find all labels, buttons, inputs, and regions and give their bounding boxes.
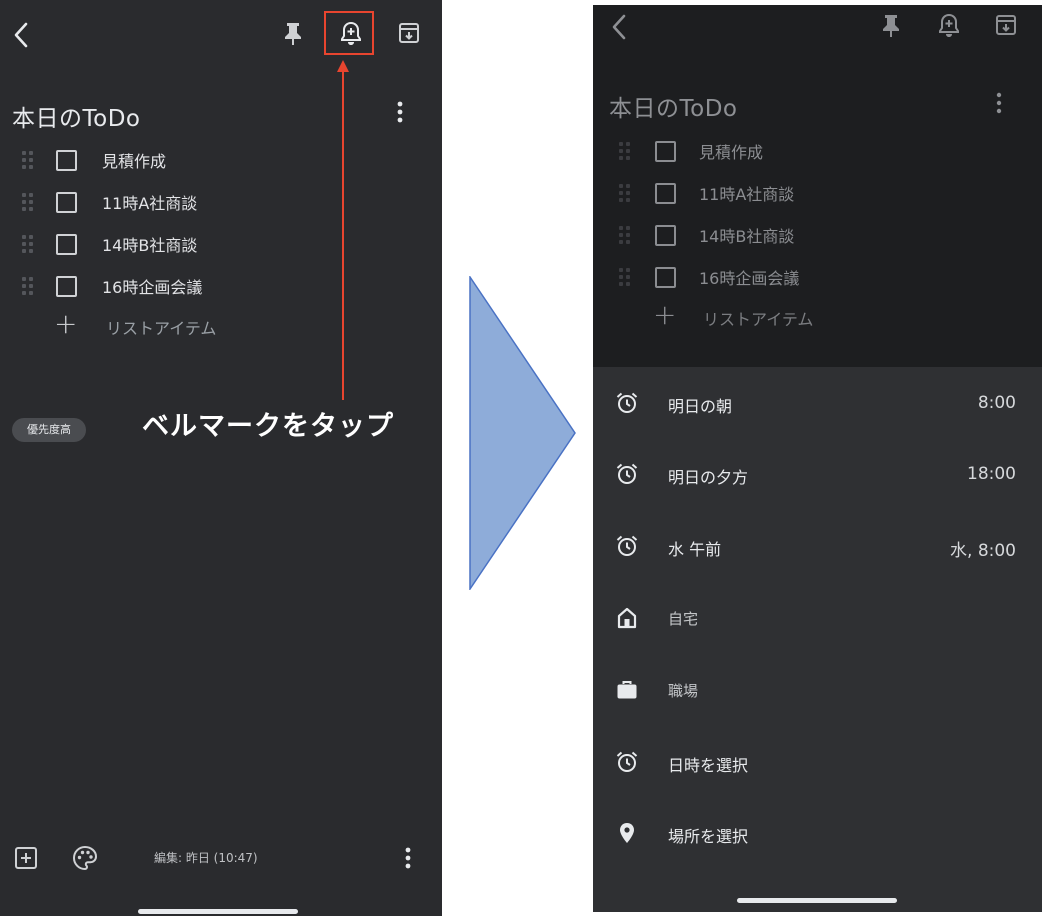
checkbox[interactable] [56, 150, 77, 171]
todo-item: 16時企画会議 [619, 263, 1019, 293]
add-reminder-bell-icon[interactable] [937, 13, 961, 39]
todo-item: 11時A社商談 [619, 179, 1019, 209]
note-title[interactable]: 本日のToDo [12, 99, 141, 133]
todo-label[interactable]: 見積作成 [102, 148, 166, 172]
home-indicator [737, 898, 897, 903]
alarm-icon [615, 462, 639, 490]
drag-handle-icon[interactable] [22, 151, 36, 171]
checkbox[interactable] [56, 192, 77, 213]
plus-icon: + [54, 307, 78, 340]
todo-item[interactable]: 16時企画会議 [22, 272, 422, 302]
checkbox [655, 141, 676, 162]
alarm-icon [615, 391, 639, 419]
reminder-label: 場所を選択 [668, 827, 749, 846]
checkbox [655, 183, 676, 204]
todo-item: 見積作成 [619, 137, 1019, 167]
dimmed-note: 本日のToDo 見積作成 11時A社商談 14時B社商談 16時企画会議 + リ… [593, 5, 1042, 367]
reminder-label: 自宅 [668, 610, 699, 628]
reminder-option-pick-place[interactable]: 場所を選択 [593, 808, 1042, 858]
bell-highlight-box [324, 11, 374, 55]
archive-icon[interactable] [995, 14, 1017, 36]
todo-item[interactable]: 11時A社商談 [22, 188, 422, 218]
briefcase-icon [615, 678, 639, 706]
reminder-time: 18:00 [967, 464, 1016, 484]
checkbox[interactable] [56, 276, 77, 297]
more-vert-icon[interactable] [396, 100, 404, 124]
todo-label[interactable]: 16時企画会議 [102, 274, 202, 298]
reminder-option-tomorrow-morning[interactable]: 明日の朝 8:00 [593, 378, 1042, 428]
more-vert-icon [995, 91, 1003, 115]
todo-item[interactable]: 見積作成 [22, 146, 422, 176]
archive-icon[interactable] [398, 22, 420, 44]
drag-handle-icon[interactable] [22, 193, 36, 213]
alarm-icon [615, 534, 639, 562]
annotation-text: ベルマークをタップ [142, 411, 394, 442]
drag-handle-icon [619, 184, 633, 204]
add-item-label: リストアイテム [106, 319, 217, 338]
palette-icon[interactable] [72, 845, 98, 871]
reminder-time: 水, 8:00 [950, 541, 1016, 561]
right-screen: 本日のToDo 見積作成 11時A社商談 14時B社商談 16時企画会議 + リ… [593, 5, 1042, 912]
left-screen: 本日のToDo 見積作成 11時A社商談 14時B社商談 16時企画会議 + リ… [0, 0, 442, 916]
label-chip[interactable]: 優先度高 [12, 418, 86, 442]
add-box-icon[interactable] [14, 846, 38, 870]
todo-label: 11時A社商談 [699, 185, 795, 204]
todo-label[interactable]: 11時A社商談 [102, 190, 197, 214]
checkbox[interactable] [56, 234, 77, 255]
reminder-option-pick-date-time[interactable]: 日時を選択 [593, 737, 1042, 787]
checkbox [655, 225, 676, 246]
add-list-item[interactable]: + リストアイテム [22, 307, 422, 343]
pin-icon[interactable] [284, 22, 302, 46]
reminder-option-tomorrow-evening[interactable]: 明日の夕方 18:00 [593, 449, 1042, 499]
more-vert-icon[interactable] [404, 846, 412, 870]
todo-item: 14時B社商談 [619, 221, 1019, 251]
add-item-label: リストアイテム [703, 310, 814, 329]
transition-arrow [469, 274, 579, 594]
home-indicator [138, 909, 298, 914]
home-icon [615, 606, 639, 634]
reminder-time: 8:00 [977, 393, 1016, 413]
note-title: 本日のToDo [609, 96, 738, 122]
pin-icon[interactable] [882, 14, 900, 38]
checkbox [655, 267, 676, 288]
drag-handle-icon [619, 268, 633, 288]
drag-handle-icon [619, 226, 633, 246]
reminder-option-wednesday-morning[interactable]: 水 午前 水, 8:00 [593, 521, 1042, 571]
todo-label: 14時B社商談 [699, 227, 795, 246]
drag-handle-icon[interactable] [22, 277, 36, 297]
edited-timestamp: 編集: 昨日 (10:47) [154, 851, 258, 865]
reminder-label: 明日の朝 [668, 397, 733, 416]
back-arrow-icon[interactable] [12, 22, 30, 48]
todo-label: 16時企画会議 [699, 269, 800, 288]
alarm-icon [615, 750, 639, 778]
reminder-option-home[interactable]: 自宅 [593, 593, 1042, 643]
drag-handle-icon[interactable] [22, 235, 36, 255]
drag-handle-icon [619, 142, 633, 162]
add-list-item: + リストアイテム [619, 298, 1019, 334]
reminder-label: 職場 [668, 682, 699, 700]
reminder-label: 明日の夕方 [668, 468, 749, 487]
reminder-label: 水 午前 [668, 540, 722, 559]
todo-label: 見積作成 [699, 143, 764, 162]
back-arrow-icon[interactable] [610, 14, 628, 40]
location-pin-icon [615, 821, 639, 849]
reminder-option-work[interactable]: 職場 [593, 665, 1042, 715]
todo-label[interactable]: 14時B社商談 [102, 232, 197, 256]
plus-icon: + [653, 298, 677, 331]
todo-item[interactable]: 14時B社商談 [22, 230, 422, 260]
reminder-label: 日時を選択 [668, 756, 749, 775]
